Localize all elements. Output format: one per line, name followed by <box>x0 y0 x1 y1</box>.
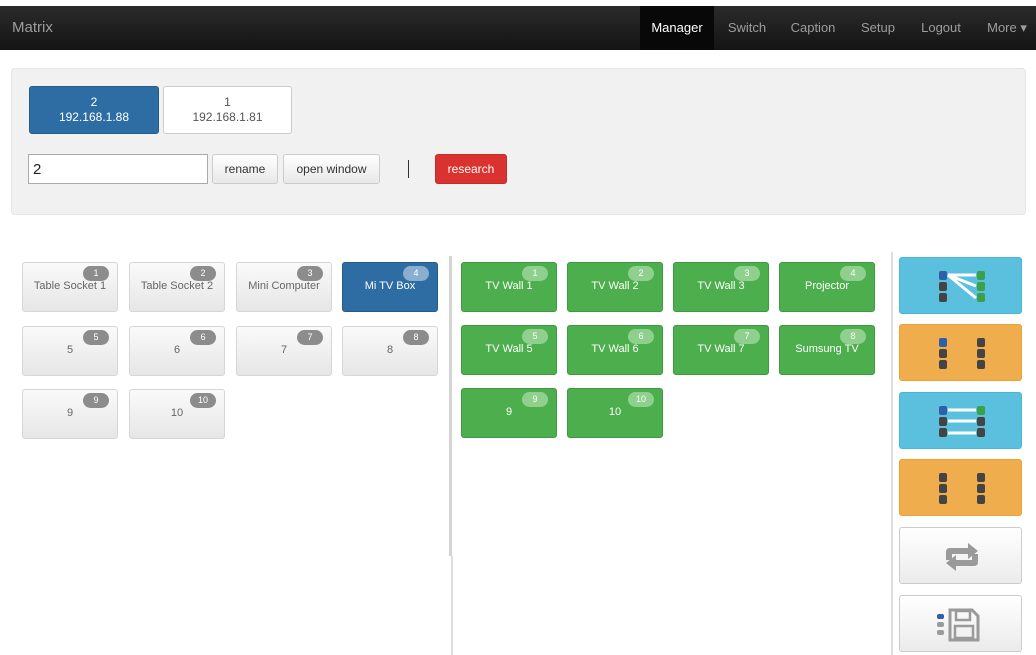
actions-divider <box>891 252 893 655</box>
input-number-badge: 1 <box>83 266 109 281</box>
output-number-badge: 2 <box>628 266 654 281</box>
output-number-badge: 1 <box>522 266 548 281</box>
disconnect-icon <box>939 473 985 504</box>
one-to-many-icon <box>939 271 985 302</box>
input-number-badge: 9 <box>83 393 109 408</box>
output-label: TV Wall 7 <box>697 343 745 355</box>
output-tile-9[interactable]: 9 9 <box>461 388 557 438</box>
device-id: 1 <box>224 95 231 109</box>
input-number-badge: 7 <box>297 330 323 345</box>
device-id: 2 <box>90 95 98 109</box>
output-tile-10[interactable]: 10 10 <box>567 388 663 438</box>
output-number-badge: 10 <box>628 392 654 407</box>
output-number-badge: 7 <box>734 329 760 344</box>
input-tile-4[interactable]: 4 Mi TV Box <box>342 262 438 312</box>
output-tile-8[interactable]: 8 Sumsung TV <box>779 325 875 375</box>
input-tile-1[interactable]: 1 Table Socket 1 <box>22 262 118 312</box>
input-label: 5 <box>66 344 74 356</box>
research-button[interactable]: research <box>435 154 507 184</box>
input-tile-8[interactable]: 8 8 <box>342 326 438 376</box>
device-button-1[interactable]: 1 192.168.1.81 <box>163 86 292 134</box>
output-tile-6[interactable]: 6 TV Wall 6 <box>567 325 663 375</box>
output-label: Sumsung TV <box>795 343 859 355</box>
disconnect-all-button[interactable] <box>899 324 1022 381</box>
output-number-badge: 4 <box>840 266 866 281</box>
output-number-badge: 3 <box>734 266 760 281</box>
save-icon <box>937 608 980 642</box>
output-label: 9 <box>505 406 513 418</box>
device-name-input[interactable] <box>28 154 208 184</box>
input-label: Table Socket 2 <box>140 280 214 292</box>
input-tile-7[interactable]: 7 7 <box>236 326 332 376</box>
input-label: Mi TV Box <box>364 280 416 292</box>
refresh-button[interactable] <box>899 527 1022 584</box>
device-panel: 2 192.168.1.88 1 192.168.1.81 rename ope… <box>11 68 1026 215</box>
output-tile-5[interactable]: 5 TV Wall 5 <box>461 325 557 375</box>
input-label: 6 <box>173 344 181 356</box>
refresh-icon <box>946 543 978 571</box>
input-label: Mini Computer <box>248 280 320 292</box>
output-number-badge: 8 <box>840 329 866 344</box>
input-label: 9 <box>66 407 74 419</box>
device-ip: 192.168.1.81 <box>192 110 263 124</box>
connect-one-to-one-button[interactable] <box>899 392 1022 449</box>
input-tile-9[interactable]: 9 9 <box>22 389 118 439</box>
output-label: TV Wall 5 <box>485 343 533 355</box>
output-tile-4[interactable]: 4 Projector <box>779 262 875 312</box>
rename-button[interactable]: rename <box>212 154 278 184</box>
device-button-2[interactable]: 2 192.168.1.88 <box>29 86 159 134</box>
input-number-badge: 5 <box>83 330 109 345</box>
input-tile-5[interactable]: 5 5 <box>22 326 118 376</box>
output-number-badge: 6 <box>628 329 654 344</box>
input-tile-10[interactable]: 10 10 <box>129 389 225 439</box>
output-label: TV Wall 3 <box>697 280 745 292</box>
nav-setup[interactable]: Setup <box>850 6 906 50</box>
one-to-one-icon <box>939 406 985 437</box>
nav-more-dropdown[interactable]: More ▾ <box>978 6 1036 50</box>
output-tile-7[interactable]: 7 TV Wall 7 <box>673 325 769 375</box>
output-label: 10 <box>608 406 622 418</box>
app-title[interactable]: Matrix <box>12 19 53 36</box>
input-number-badge: 8 <box>403 330 429 345</box>
input-number-badge: 6 <box>190 330 216 345</box>
nav-caption[interactable]: Caption <box>782 6 844 50</box>
output-tile-2[interactable]: 2 TV Wall 2 <box>567 262 663 312</box>
output-number-badge: 5 <box>522 329 548 344</box>
output-number-badge: 9 <box>522 392 548 407</box>
input-number-badge: 2 <box>190 266 216 281</box>
input-label: 10 <box>170 407 184 419</box>
input-number-badge: 4 <box>403 266 429 281</box>
device-ip: 192.168.1.88 <box>58 110 130 124</box>
nav-logout[interactable]: Logout <box>910 6 972 50</box>
column-divider-bottom <box>451 556 453 655</box>
output-tile-3[interactable]: 3 TV Wall 3 <box>673 262 769 312</box>
output-label: TV Wall 6 <box>591 343 639 355</box>
input-label: 8 <box>386 344 394 356</box>
input-tile-2[interactable]: 2 Table Socket 2 <box>129 262 225 312</box>
input-number-badge: 10 <box>190 393 216 408</box>
input-number-badge: 3 <box>297 266 323 281</box>
input-label: Table Socket 1 <box>33 280 107 292</box>
connect-one-to-many-button[interactable] <box>899 257 1022 314</box>
nav-switch[interactable]: Switch <box>718 6 776 50</box>
output-label: TV Wall 2 <box>591 280 639 292</box>
open-window-button[interactable]: open window <box>283 154 380 184</box>
clear-all-button[interactable] <box>899 459 1022 516</box>
separator <box>408 160 409 178</box>
output-tile-1[interactable]: 1 TV Wall 1 <box>461 262 557 312</box>
column-divider-top <box>449 256 452 556</box>
nav-manager[interactable]: Manager <box>640 6 714 50</box>
output-label: TV Wall 1 <box>485 280 533 292</box>
input-label: 7 <box>280 344 288 356</box>
input-tile-3[interactable]: 3 Mini Computer <box>236 262 332 312</box>
disconnect-icon <box>939 338 985 369</box>
output-label: Projector <box>804 280 850 292</box>
save-scene-button[interactable] <box>899 595 1022 652</box>
input-tile-6[interactable]: 6 6 <box>129 326 225 376</box>
top-navbar: Matrix Manager Switch Caption Setup Logo… <box>0 6 1036 50</box>
